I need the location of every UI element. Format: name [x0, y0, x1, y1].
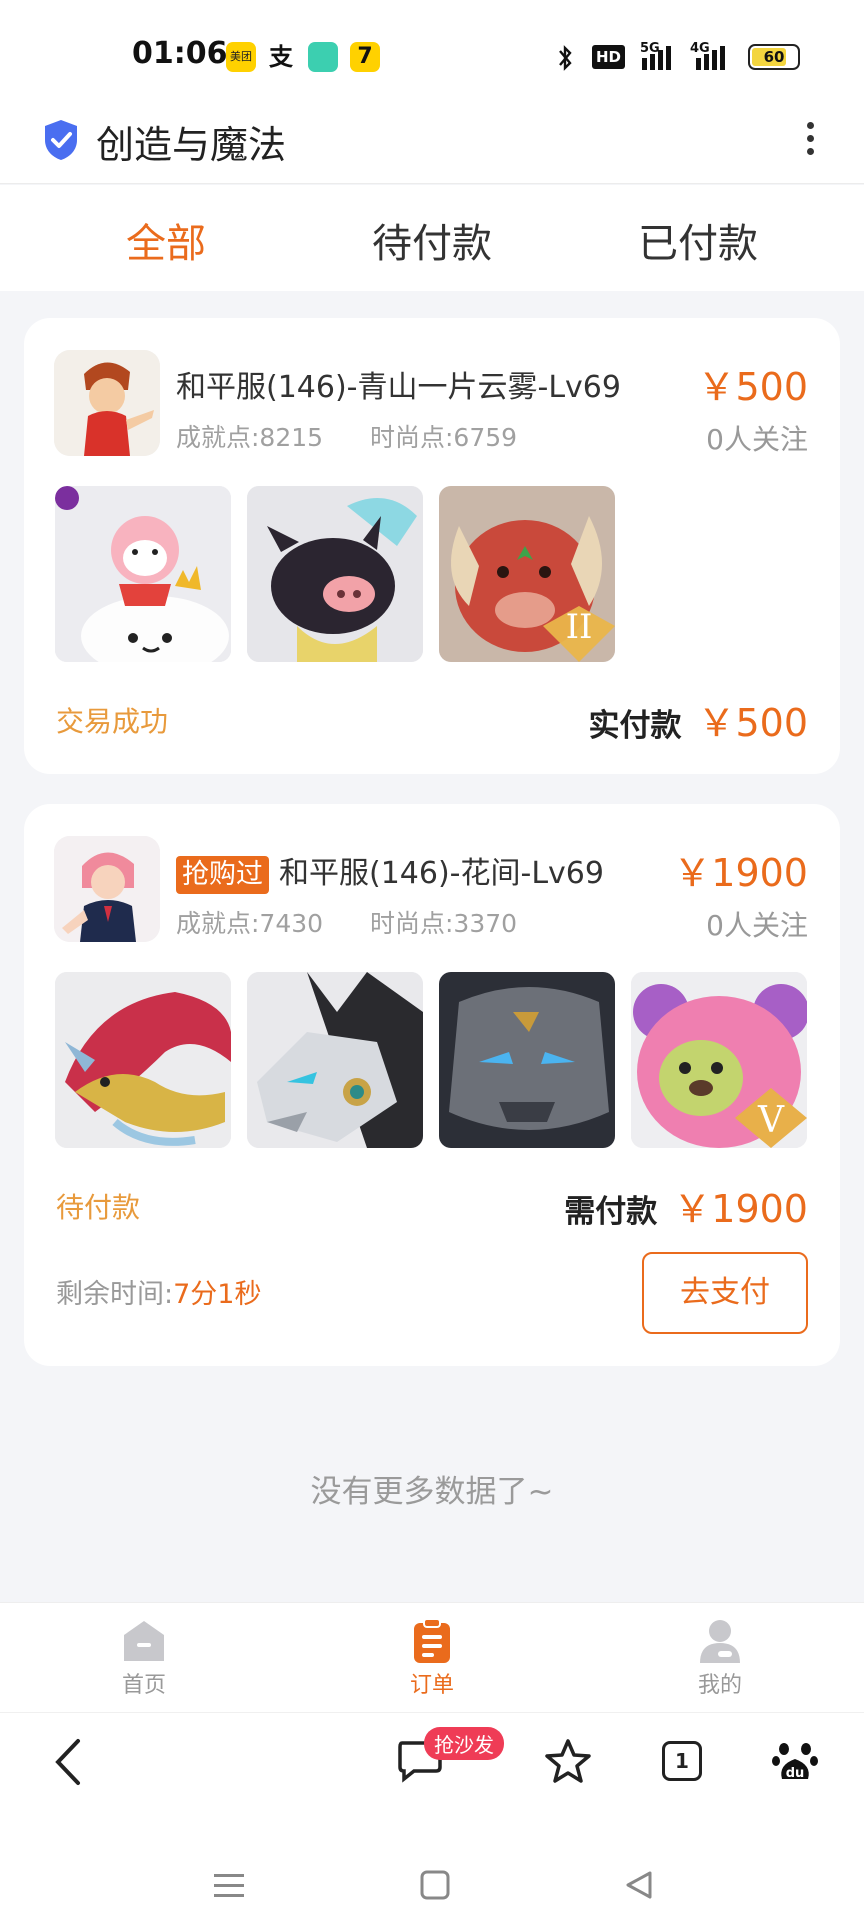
svg-text:II: II — [566, 607, 593, 647]
order-status: 待付款 — [56, 1191, 141, 1224]
tab-pending-payment[interactable]: 待付款 — [322, 211, 542, 269]
due-amount: ￥1900 — [673, 1187, 808, 1231]
pink-bear-image: V — [631, 972, 807, 1148]
browser-toolbar: 抢沙发 1 du — [0, 1712, 864, 1812]
fashion-points: 时尚点:6759 — [370, 423, 518, 452]
pink-fox-pet-image — [55, 486, 231, 662]
back-triangle-icon[interactable] — [624, 1870, 654, 1900]
item-thumbnail[interactable] — [55, 486, 231, 662]
baidu-du-text: du — [786, 1766, 805, 1781]
battery-indicator: 60 — [748, 44, 800, 70]
nav-orders[interactable]: 订单 — [372, 1617, 492, 1699]
hd-badge: HD — [592, 45, 626, 69]
no-more-data-note: 没有更多数据了~ — [310, 1474, 554, 1510]
order-title-line: 抢购过 和平服(146)-花间-Lv69 — [176, 848, 604, 894]
item-thumbnail[interactable] — [439, 972, 615, 1148]
fashion-points: 时尚点:3370 — [370, 909, 518, 938]
app-seven-icon: 7 — [350, 42, 380, 72]
back-arrow-icon[interactable] — [52, 1737, 84, 1787]
clock: 01:06 — [132, 36, 228, 71]
meituan-icon: 美团 — [226, 42, 256, 72]
order-card[interactable]: 抢购过 和平服(146)-花间-Lv69 成就点:7430 时尚点:3370 ￥1… — [24, 804, 840, 1366]
order-price: ￥1900 — [673, 851, 808, 895]
alipay-icon: 支 — [269, 43, 293, 71]
remaining-time: 剩余时间:7分1秒 — [56, 1272, 261, 1311]
achievement-points: 成就点:7430 — [176, 909, 324, 938]
system-navigation-bar — [0, 1812, 864, 1920]
flash-sale-badge: 抢购过 — [176, 856, 269, 894]
paid-label: 实付款 — [588, 708, 682, 744]
sofa-badge: 抢沙发 — [424, 1727, 504, 1760]
home-icon — [124, 1621, 164, 1661]
star-icon[interactable] — [544, 1737, 592, 1785]
pay-now-button[interactable]: 去支付 — [642, 1252, 808, 1334]
order-price: ￥500 — [697, 365, 808, 409]
home-square-icon[interactable] — [420, 1870, 450, 1900]
character-avatar-image — [54, 836, 160, 942]
paid-amount-line: 实付款 ￥500 — [588, 692, 808, 747]
app-header: 创造与魔法 — [0, 110, 864, 184]
status-bar: 01:06 美团 支 7 HD 5G 4G 60 — [0, 0, 864, 110]
remaining-label: 剩余时间: — [56, 1279, 174, 1310]
baidu-paw-icon[interactable]: du — [772, 1737, 818, 1783]
mecha-wolf-image — [247, 972, 423, 1148]
page-title: 创造与魔法 — [96, 123, 287, 167]
item-thumbnail[interactable] — [247, 972, 423, 1148]
app-leaf-icon — [308, 42, 338, 72]
paid-amount: ￥500 — [697, 701, 808, 745]
order-clipboard-icon — [414, 1618, 450, 1663]
item-thumbnail[interactable] — [247, 486, 423, 662]
svg-text:V: V — [757, 1100, 785, 1141]
due-label: 需付款 — [564, 1194, 658, 1230]
avatar — [54, 836, 160, 942]
achievement-points: 成就点:8215 — [176, 423, 324, 452]
user-icon — [700, 1620, 740, 1663]
item-thumbnail[interactable]: V — [631, 972, 807, 1148]
order-card[interactable]: 和平服(146)-青山一片云雾-Lv69 成就点:8215 时尚点:6759 ￥… — [24, 318, 840, 774]
follower-count: 0人关注 — [706, 423, 808, 456]
red-dragon-image — [55, 972, 231, 1148]
stone-golem-image — [439, 972, 615, 1148]
red-horned-beast-image: II — [439, 486, 615, 662]
due-amount-line: 需付款 ￥1900 — [564, 1178, 808, 1233]
nav-home[interactable]: 首页 — [84, 1617, 204, 1699]
bottom-navigation: 首页 订单 我的 — [0, 1602, 864, 1712]
remaining-value: 7分1秒 — [173, 1279, 262, 1310]
tab-paid[interactable]: 已付款 — [588, 211, 808, 269]
signal-4g-icon — [696, 46, 725, 70]
black-pig-mount-image — [247, 486, 423, 662]
tab-all[interactable]: 全部 — [56, 211, 276, 269]
avatar — [54, 350, 160, 456]
signal-5g-icon — [642, 46, 671, 70]
order-title: 和平服(146)-花间-Lv69 — [279, 856, 604, 891]
bluetooth-icon — [559, 45, 572, 71]
menu-icon[interactable] — [214, 1872, 244, 1900]
shield-check-icon — [45, 120, 77, 160]
item-thumbnail[interactable] — [55, 972, 231, 1148]
item-thumbnail[interactable]: II — [439, 486, 615, 662]
nav-mine[interactable]: 我的 — [660, 1617, 780, 1699]
more-vertical-icon[interactable] — [798, 116, 822, 166]
order-title: 和平服(146)-青山一片云雾-Lv69 — [176, 370, 621, 405]
order-tabs: 全部 待付款 已付款 — [0, 185, 864, 291]
tab-count-icon[interactable]: 1 — [662, 1741, 702, 1781]
order-status: 交易成功 — [56, 705, 169, 738]
character-avatar-image — [54, 350, 160, 456]
follower-count: 0人关注 — [706, 909, 808, 942]
